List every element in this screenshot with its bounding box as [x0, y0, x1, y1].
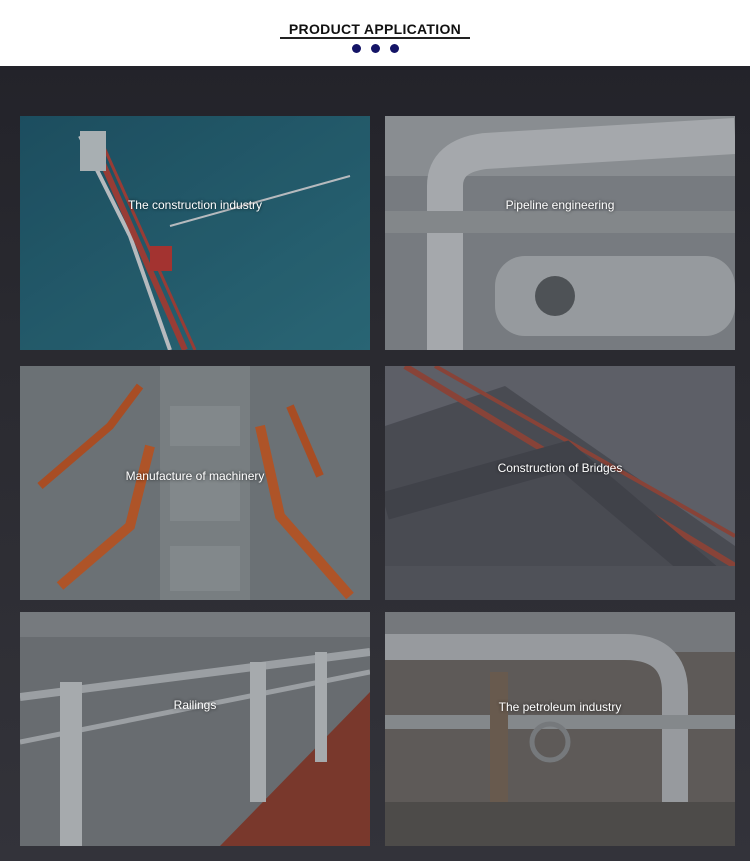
dot-icon [371, 44, 380, 53]
card-label: Manufacture of machinery [125, 469, 265, 483]
application-card-railings[interactable]: Railings [20, 612, 370, 846]
card-label: Pipeline engineering [505, 198, 615, 212]
application-card-bridges[interactable]: Construction of Bridges [385, 366, 735, 600]
card-label: The petroleum industry [498, 700, 622, 714]
dot-icon [390, 44, 399, 53]
image-overlay [20, 116, 370, 350]
header-section: PRODUCT APPLICATION [0, 0, 750, 66]
decorative-dots [352, 44, 399, 54]
image-overlay [385, 366, 735, 600]
image-overlay [20, 612, 370, 846]
application-card-machinery[interactable]: Manufacture of machinery [20, 366, 370, 600]
application-card-pipeline[interactable]: Pipeline engineering [385, 116, 735, 350]
card-label: The construction industry [127, 198, 263, 212]
card-label: Railings [173, 698, 217, 712]
section-title: PRODUCT APPLICATION [288, 21, 462, 37]
application-card-construction[interactable]: The construction industry [20, 116, 370, 350]
title-underline [280, 37, 470, 39]
card-label: Construction of Bridges [497, 461, 623, 475]
dot-icon [352, 44, 361, 53]
image-overlay [20, 366, 370, 600]
image-overlay [385, 612, 735, 846]
image-overlay [385, 116, 735, 350]
application-card-petroleum[interactable]: The petroleum industry [385, 612, 735, 846]
